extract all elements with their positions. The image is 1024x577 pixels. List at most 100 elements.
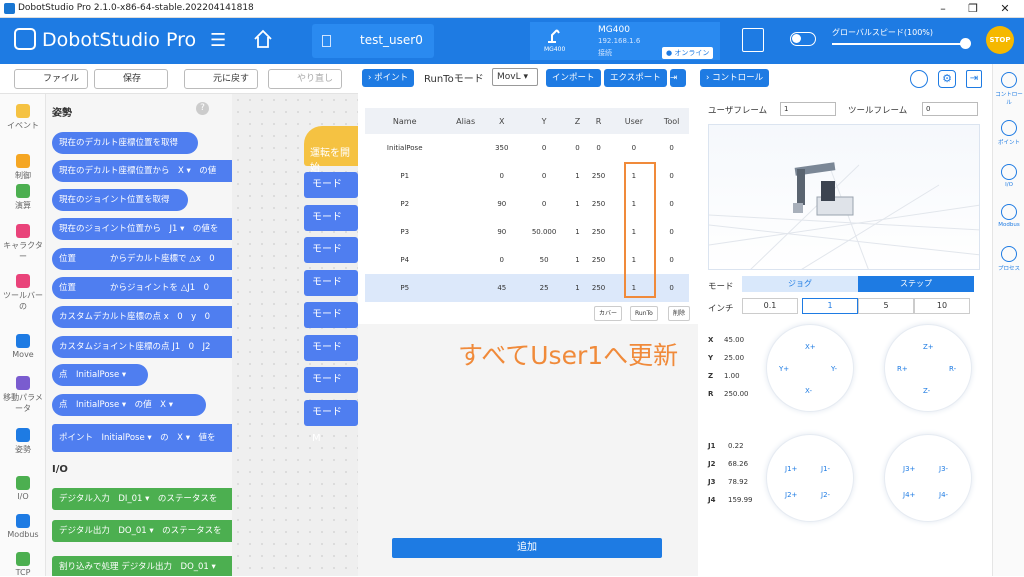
device-status[interactable]: MG400 MG400 192.168.1.6 接続 ● オンライン bbox=[530, 22, 720, 60]
table-cell[interactable]: InitialPose bbox=[365, 134, 444, 162]
robot-3d-view[interactable] bbox=[708, 124, 980, 270]
io-block-item[interactable]: デジタル出力 DO_01 ▾ のステータスを bbox=[52, 520, 232, 542]
file-button[interactable]: ファイル bbox=[14, 69, 88, 89]
table-cell[interactable]: 0 bbox=[571, 134, 583, 162]
jog-button[interactable]: J1+ bbox=[785, 465, 797, 473]
delete-button[interactable]: 削除 bbox=[668, 306, 691, 321]
table-cell[interactable]: 250 bbox=[584, 218, 614, 246]
mode-block[interactable]: モード M bbox=[304, 204, 358, 249]
table-cell[interactable]: 0 bbox=[614, 134, 655, 162]
export-button[interactable]: エクスポート bbox=[604, 69, 667, 87]
category-2[interactable]: 演算 bbox=[0, 184, 46, 211]
menu-icon[interactable]: ☰ bbox=[210, 30, 226, 51]
table-cell[interactable] bbox=[444, 274, 487, 302]
point-tab[interactable]: › ポイント bbox=[362, 69, 415, 87]
mode-block[interactable]: モード M bbox=[304, 334, 358, 379]
jog-dial-j12[interactable]: J1+ J1- J2+ J2- bbox=[766, 434, 854, 522]
block-workspace[interactable]: 運転を開始 モード Mモード Mモード Mモード Mモード Mモード Mモード … bbox=[232, 94, 358, 576]
block-item[interactable]: ポイント InitialPose ▾ の X ▾ 値を bbox=[52, 424, 232, 452]
table-cell[interactable]: 0 bbox=[517, 190, 572, 218]
table-cell[interactable]: P1 bbox=[365, 162, 444, 190]
block-item[interactable]: 現在のジョイント位置から J1 ▾ の値を bbox=[52, 218, 232, 240]
io-block-item[interactable]: デジタル入力 DI_01 ▾ のステータスを bbox=[52, 488, 232, 510]
start-block[interactable]: 運転を開始 bbox=[304, 126, 358, 174]
column-header[interactable]: R bbox=[583, 108, 614, 134]
table-cell[interactable]: 0 bbox=[487, 162, 517, 190]
table-cell[interactable] bbox=[444, 246, 486, 274]
user-frame-select[interactable]: 1 bbox=[780, 102, 836, 116]
table-cell[interactable] bbox=[444, 162, 486, 190]
mode-block[interactable]: モード M bbox=[304, 269, 358, 314]
category-7[interactable]: 姿勢 bbox=[0, 428, 46, 455]
redo-button[interactable]: やり直し bbox=[268, 69, 342, 89]
global-speed-knob[interactable] bbox=[960, 38, 971, 49]
runto-mode-select[interactable]: MovL ▾ bbox=[492, 68, 538, 86]
table-cell[interactable]: 90 bbox=[487, 190, 517, 218]
jog-button[interactable]: J2+ bbox=[785, 491, 797, 499]
right-bar-item[interactable]: Modbus bbox=[993, 204, 1024, 228]
target-icon[interactable] bbox=[910, 70, 928, 88]
table-cell[interactable]: 50 bbox=[517, 246, 572, 274]
jog-button[interactable]: J4- bbox=[939, 491, 948, 499]
control-tab[interactable]: › コントロール bbox=[700, 69, 770, 87]
cover-button[interactable]: カバー bbox=[594, 306, 623, 321]
mode-block[interactable]: モード M bbox=[304, 367, 358, 411]
block-item[interactable]: 点 InitialPose ▾ の値 X ▾ bbox=[52, 394, 206, 416]
column-header[interactable]: X bbox=[486, 108, 517, 134]
category-10[interactable]: TCP bbox=[0, 552, 46, 577]
category-9[interactable]: Modbus bbox=[0, 514, 46, 539]
block-item[interactable]: 点 InitialPose ▾ bbox=[52, 364, 148, 386]
jog-button[interactable]: X- bbox=[805, 387, 812, 395]
table-cell[interactable]: 0 bbox=[517, 134, 572, 162]
jog-button[interactable]: J3- bbox=[939, 465, 948, 473]
table-cell[interactable]: 1 bbox=[571, 274, 584, 302]
close-button[interactable]: ✕ bbox=[990, 0, 1020, 18]
table-cell[interactable]: 250 bbox=[584, 162, 614, 190]
io-block-item[interactable]: 割り込みで処理 デジタル出力 DO_01 ▾ bbox=[52, 556, 232, 576]
inch-option[interactable]: 1 bbox=[802, 298, 858, 314]
table-cell[interactable]: 250 bbox=[584, 190, 614, 218]
right-bar-item[interactable]: コントロール bbox=[993, 72, 1024, 106]
undo-button[interactable]: 元に戻す bbox=[184, 69, 258, 89]
restore-button[interactable]: ❐ bbox=[958, 0, 988, 18]
column-header[interactable]: Z bbox=[571, 108, 584, 134]
add-point-button[interactable]: 追加 bbox=[392, 538, 662, 558]
jog-dial-j34[interactable]: J3+ J3- J4+ J4- bbox=[884, 434, 972, 522]
block-item[interactable]: 現在のデカルト座標位置から X ▾ の値 bbox=[52, 160, 232, 182]
category-6[interactable]: 移動パラメータ bbox=[0, 376, 46, 414]
mode-block[interactable]: モード M bbox=[304, 302, 358, 346]
column-header[interactable]: Y bbox=[516, 108, 572, 134]
table-cell[interactable]: P3 bbox=[365, 218, 444, 246]
jog-button[interactable]: J2- bbox=[821, 491, 830, 499]
category-4[interactable]: ツールバーの bbox=[0, 274, 46, 312]
table-cell[interactable]: 0 bbox=[654, 190, 689, 218]
table-cell[interactable]: P5 bbox=[365, 274, 445, 302]
table-cell[interactable]: P4 bbox=[365, 246, 444, 274]
jog-button[interactable]: J4+ bbox=[903, 491, 915, 499]
category-3[interactable]: キャラクター bbox=[0, 224, 46, 262]
category-0[interactable]: イベント bbox=[0, 104, 46, 131]
table-cell[interactable]: 0 bbox=[517, 162, 572, 190]
inch-option[interactable]: 5 bbox=[858, 298, 914, 314]
category-5[interactable]: Move bbox=[0, 334, 46, 359]
mode-block[interactable]: モード M bbox=[304, 399, 358, 444]
exit-panel-icon[interactable]: ⇥ bbox=[966, 70, 982, 88]
runto-button[interactable]: RunTo bbox=[630, 306, 658, 321]
table-row[interactable]: InitialPose 350 0 0 0 0 0 bbox=[365, 134, 689, 162]
enable-toggle[interactable] bbox=[790, 32, 816, 46]
table-cell[interactable]: 0 bbox=[654, 246, 689, 274]
minimize-button[interactable]: – bbox=[928, 0, 958, 18]
stop-button[interactable]: STOP bbox=[986, 26, 1014, 54]
project-tab[interactable]: test_user0 bbox=[312, 24, 434, 58]
right-bar-item[interactable]: プロセス bbox=[993, 246, 1024, 272]
table-cell[interactable]: 350 bbox=[487, 134, 517, 162]
jog-button[interactable]: X+ bbox=[805, 343, 816, 351]
table-cell[interactable]: 0 bbox=[654, 134, 689, 162]
table-cell[interactable]: 1 bbox=[571, 190, 583, 218]
block-item[interactable]: 位置 からデカルト座標で △x 0 bbox=[52, 248, 232, 270]
block-item[interactable]: カスタムジョイント座標の点 J1 0 J2 bbox=[52, 336, 232, 358]
jog-button[interactable]: Z- bbox=[923, 387, 930, 395]
table-cell[interactable]: 0 bbox=[654, 162, 689, 190]
column-header[interactable]: Alias bbox=[444, 108, 487, 134]
mode-block[interactable]: モード M bbox=[304, 172, 358, 216]
